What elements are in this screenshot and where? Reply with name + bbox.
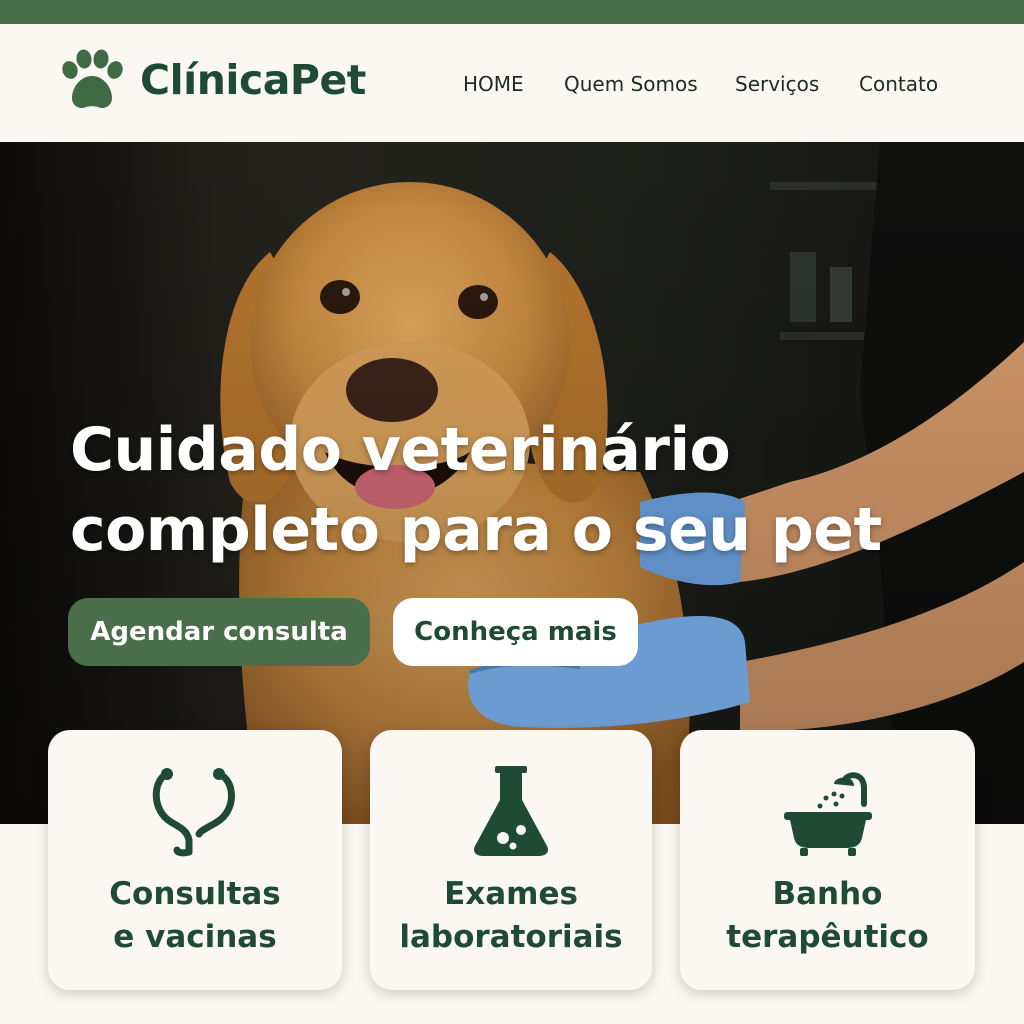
service-label-line-1: Banho — [772, 876, 883, 912]
site-header: ClínicaPet HOME Quem Somos Serviços Cont… — [0, 24, 1024, 142]
hero-title-line-1: Cuidado veterinário — [70, 415, 731, 485]
service-label-line-2: terapêutico — [726, 919, 929, 955]
top-accent-bar — [0, 0, 1024, 24]
nav-item-quem-somos[interactable]: Quem Somos — [564, 68, 698, 100]
learn-more-button[interactable]: Conheça mais — [393, 598, 638, 666]
service-card-banho[interactable]: Banho terapêutico — [680, 730, 975, 990]
service-card-consultas[interactable]: Consultas e vacinas — [48, 730, 342, 990]
service-label-line-2: laboratoriais — [399, 919, 623, 955]
service-label-line-2: e vacinas — [113, 919, 277, 955]
flask-icon — [473, 766, 549, 856]
nav-item-home[interactable]: HOME — [463, 68, 524, 100]
stethoscope-icon — [152, 768, 235, 857]
hero-title: Cuidado veterinário completo para o seu … — [70, 410, 950, 570]
service-card-exames[interactable]: Exames laboratoriais — [370, 730, 652, 990]
nav-item-contato[interactable]: Contato — [859, 68, 938, 100]
hero-section: Cuidado veterinário completo para o seu … — [0, 142, 1024, 824]
nav-item-servicos[interactable]: Serviços — [735, 68, 819, 100]
service-label-line-1: Consultas — [109, 876, 281, 912]
service-label-line-1: Exames — [444, 876, 578, 912]
main-nav: HOME Quem Somos Serviços Contato — [0, 68, 1024, 100]
hero-title-line-2: completo para o seu pet — [70, 495, 882, 565]
schedule-appointment-button[interactable]: Agendar consulta — [68, 598, 370, 666]
bathtub-icon — [783, 772, 872, 856]
